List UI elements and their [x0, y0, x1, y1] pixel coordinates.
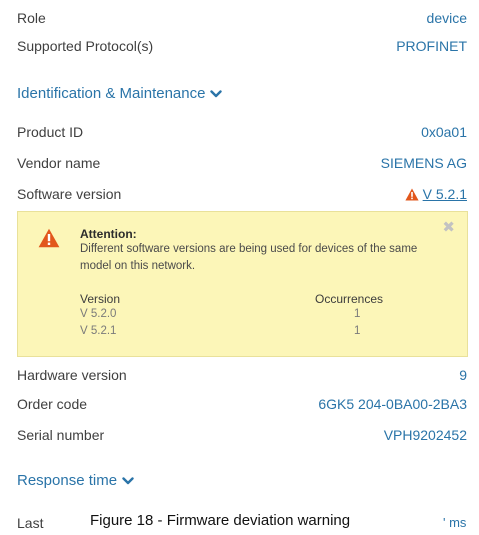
order-code-value: 6GK5 204-0BA00-2BA3 [318, 396, 467, 412]
response-time-section-title: Response time [17, 472, 118, 489]
occurrences-cell: 1 [354, 308, 361, 320]
version-cell: V 5.2.0 [80, 308, 117, 320]
software-version-link[interactable]: V 5.2.1 [405, 186, 467, 202]
protocol-row: Supported Protocol(s) PROFINET [17, 34, 467, 58]
role-value: device [426, 10, 467, 26]
version-cell: V 5.2.1 [80, 325, 117, 337]
alert-message: Different software versions are being us… [80, 243, 418, 272]
identification-section-title: Identification & Maintenance [17, 85, 206, 102]
close-icon[interactable]: ✖ [442, 218, 455, 236]
order-code-row: Order code 6GK5 204-0BA00-2BA3 [17, 392, 467, 416]
software-row: Software version V 5.2.1 [17, 182, 467, 206]
alert-title: Attention: [80, 227, 137, 241]
chevron-down-icon [122, 476, 134, 484]
hardware-row: Hardware version 9 [17, 363, 467, 387]
product-id-value: 0x0a01 [421, 124, 467, 140]
figure-caption: Figure 18 - Firmware deviation warning [90, 512, 351, 529]
software-value: V 5.2.1 [422, 186, 467, 202]
identification-section-toggle[interactable]: Identification & Maintenance [17, 85, 223, 102]
vendor-label: Vendor name [17, 155, 101, 171]
protocol-value: PROFINET [396, 38, 467, 54]
occurrences-column-header: Occurrences [315, 292, 384, 306]
product-id-label: Product ID [17, 124, 84, 140]
role-row: Role device [17, 6, 467, 30]
hardware-label: Hardware version [17, 367, 127, 383]
version-column-header: Version [80, 292, 121, 306]
response-unit: ' ms [443, 515, 467, 530]
order-code-label: Order code [17, 396, 88, 412]
hardware-value: 9 [459, 367, 467, 383]
vendor-value: SIEMENS AG [380, 155, 467, 171]
role-label: Role [17, 10, 46, 26]
chevron-down-icon [210, 89, 223, 97]
product-id-row: Product ID 0x0a01 [17, 120, 467, 144]
occurrences-cell: 1 [354, 325, 361, 337]
response-time-section-toggle[interactable]: Response time [17, 472, 134, 489]
warning-icon [38, 228, 60, 248]
serial-label: Serial number [17, 427, 105, 443]
firmware-deviation-alert: ✖ Attention: Different software versions… [17, 211, 468, 357]
serial-value: VPH9202452 [383, 427, 467, 443]
vendor-row: Vendor name SIEMENS AG [17, 151, 467, 175]
software-label: Software version [17, 186, 122, 202]
protocol-label: Supported Protocol(s) [17, 38, 154, 54]
warning-icon [405, 188, 419, 200]
serial-row: Serial number VPH9202452 [17, 423, 467, 447]
last-response-label: Last [17, 515, 44, 531]
